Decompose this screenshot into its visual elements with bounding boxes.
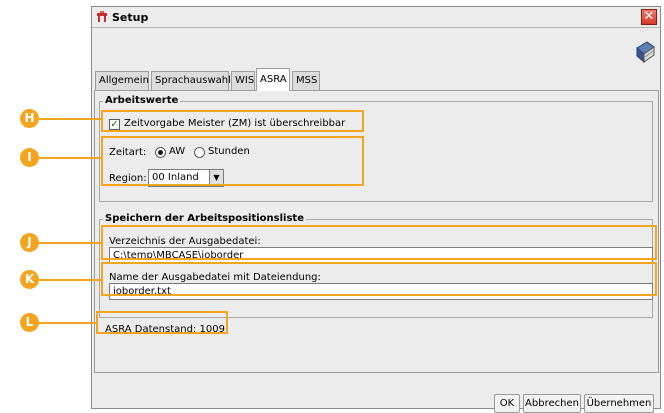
apply-button[interactable]: Übernehmen: [584, 394, 654, 413]
badge-k: K: [20, 270, 39, 289]
tab-asra[interactable]: ASRA: [256, 68, 290, 91]
cancel-button[interactable]: Abbrechen: [523, 394, 581, 413]
tab-sprachauswahl[interactable]: Sprachauswahl: [151, 71, 231, 90]
highlight-i: [101, 136, 364, 186]
highlight-h: [101, 110, 364, 132]
tab-allgemein[interactable]: Allgemein: [95, 71, 149, 90]
speichern-title: Speichern der Arbeitspositionsliste: [103, 213, 306, 224]
setup-title-icon: [97, 11, 107, 22]
badge-i: I: [20, 148, 39, 167]
leader-i: [38, 157, 102, 159]
arbeitswerte-title: Arbeitswerte: [103, 95, 181, 106]
leader-j: [38, 242, 102, 244]
title-bar: Setup ✕: [92, 7, 660, 28]
ok-button[interactable]: OK: [494, 394, 520, 413]
badge-j: J: [20, 233, 39, 252]
book-icon[interactable]: [634, 40, 656, 64]
highlight-j: [101, 225, 657, 260]
close-icon[interactable]: ✕: [641, 9, 657, 25]
highlight-l: [96, 311, 228, 334]
badge-l: L: [20, 313, 39, 332]
highlight-k: [101, 262, 657, 296]
leader-h: [38, 118, 102, 120]
tab-mss[interactable]: MSS: [292, 71, 320, 90]
badge-h: H: [20, 109, 39, 128]
leader-l: [38, 322, 98, 324]
window-title: Setup: [112, 11, 149, 24]
tab-wis[interactable]: WIS: [231, 71, 255, 90]
leader-k: [38, 279, 102, 281]
setup-dialog: Setup ✕ Allgemein Sprachauswahl WIS ASRA…: [91, 6, 661, 413]
